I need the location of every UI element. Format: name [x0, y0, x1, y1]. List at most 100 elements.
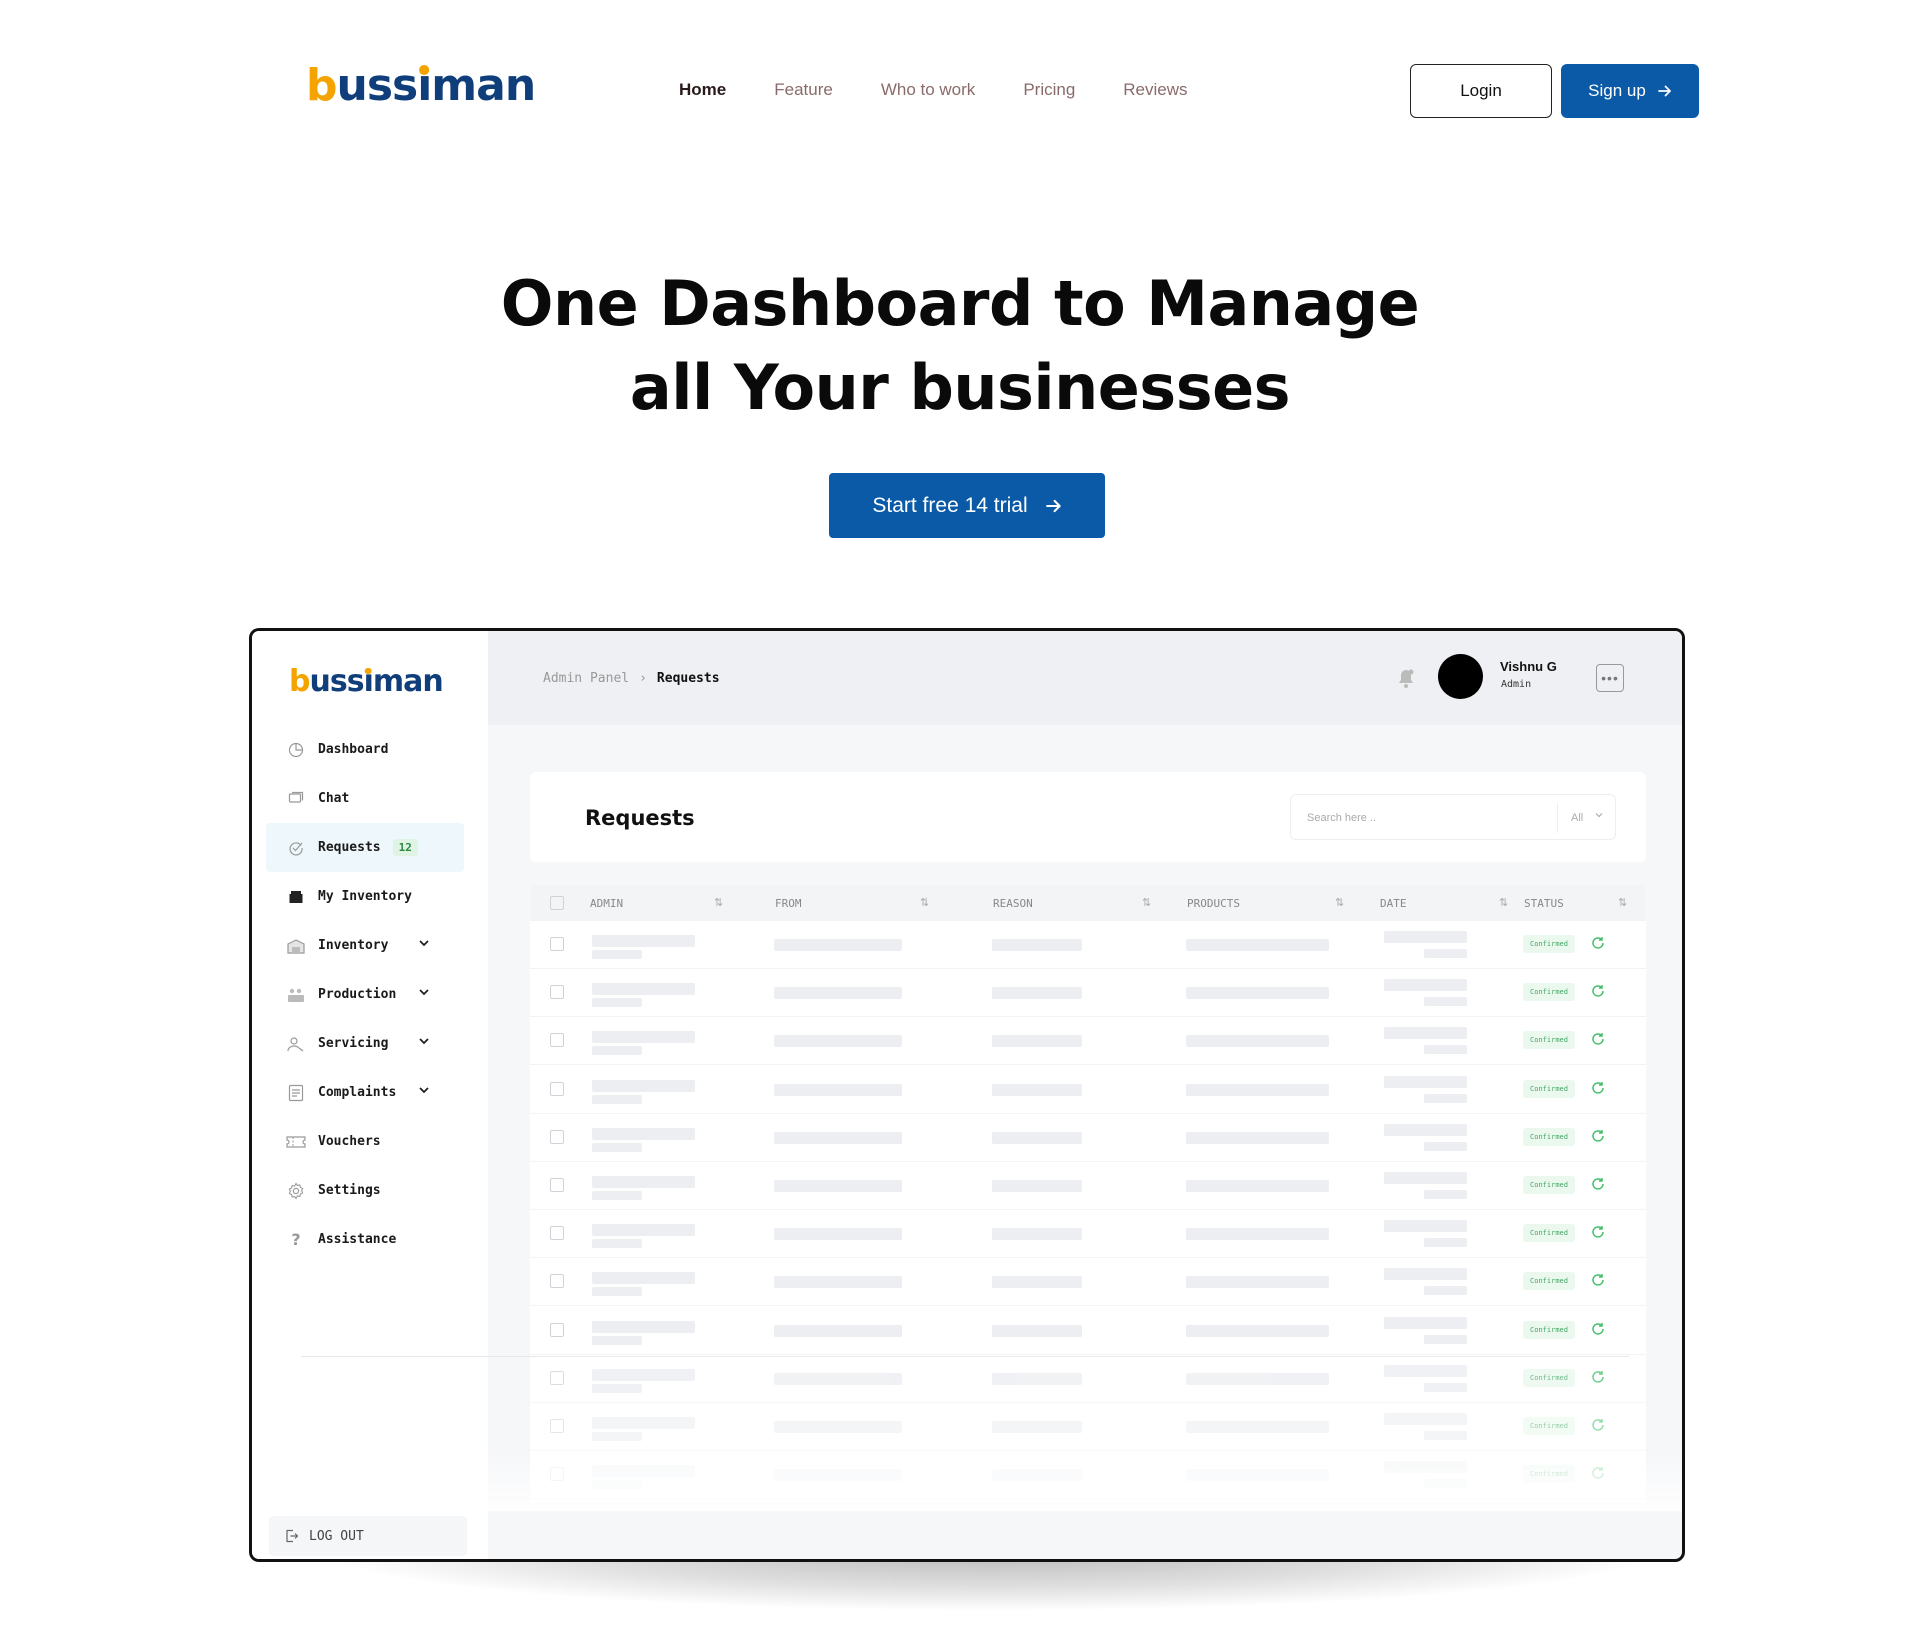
bell-icon[interactable] [1396, 667, 1416, 689]
row-checkbox[interactable] [550, 1467, 564, 1482]
nav-feature[interactable]: Feature [774, 80, 833, 100]
table-row[interactable]: Confirmed [530, 1451, 1646, 1500]
start-trial-button[interactable]: Start free 14 trial [829, 473, 1105, 538]
sidebar-item-vouchers[interactable]: Vouchers [266, 1117, 464, 1166]
divider-line [301, 1356, 1629, 1357]
filter-select[interactable]: All [1571, 812, 1583, 824]
breadcrumb-parent[interactable]: Admin Panel [543, 671, 629, 686]
search-box[interactable]: Search here .. All [1290, 794, 1616, 840]
search-input[interactable]: Search here .. [1307, 812, 1376, 824]
row-checkbox[interactable] [550, 1274, 564, 1289]
signup-button[interactable]: Sign up [1561, 64, 1699, 118]
nav-reviews[interactable]: Reviews [1123, 80, 1187, 100]
sidebar-item-requests[interactable]: Requests 12 [266, 823, 464, 872]
refresh-icon[interactable] [1590, 983, 1606, 999]
table-row[interactable]: Confirmed [530, 1258, 1646, 1307]
more-options-icon[interactable]: ••• [1596, 664, 1624, 692]
hero-title-line-2: all Your businesses [629, 351, 1291, 424]
chevron-down-icon[interactable] [418, 937, 430, 949]
select-all-checkbox[interactable] [550, 896, 564, 910]
sort-icon[interactable]: ⇅ [920, 896, 929, 909]
column-date[interactable]: DATE [1380, 897, 1407, 910]
table-row[interactable]: Confirmed [530, 1017, 1646, 1066]
sidebar-item-complaints[interactable]: Complaints [266, 1068, 464, 1117]
sidebar-item-assistance[interactable]: ? Assistance [266, 1215, 464, 1264]
refresh-icon[interactable] [1590, 935, 1606, 951]
sidebar-logo[interactable]: b uss ı man [289, 667, 444, 697]
row-checkbox[interactable] [550, 937, 564, 951]
refresh-icon[interactable] [1590, 1272, 1606, 1288]
table-row[interactable]: Confirmed [530, 921, 1646, 969]
row-checkbox[interactable] [550, 1226, 564, 1241]
date-cell-placeholder [1384, 1461, 1467, 1474]
logout-button[interactable]: LOG OUT [269, 1516, 467, 1556]
row-checkbox[interactable] [550, 1081, 564, 1096]
login-button[interactable]: Login [1410, 64, 1552, 118]
refresh-icon[interactable] [1590, 1224, 1606, 1240]
nav-home[interactable]: Home [679, 80, 726, 100]
status-badge: Confirmed [1523, 1368, 1575, 1387]
sidebar-item-settings[interactable]: Settings [266, 1166, 464, 1215]
table-row[interactable]: Confirmed [530, 969, 1646, 1018]
row-checkbox[interactable] [550, 1129, 564, 1144]
from-cell-placeholder [774, 1083, 902, 1096]
column-products[interactable]: PRODUCTS [1187, 897, 1240, 910]
refresh-icon[interactable] [1590, 1465, 1606, 1481]
sort-icon[interactable]: ⇅ [1618, 896, 1627, 909]
sidebar-item-production[interactable]: Production [266, 970, 464, 1019]
refresh-icon[interactable] [1590, 1080, 1606, 1096]
refresh-icon[interactable] [1590, 1176, 1606, 1192]
avatar[interactable] [1438, 654, 1483, 699]
sort-icon[interactable]: ⇅ [1142, 896, 1151, 909]
table-row[interactable]: Confirmed [530, 1403, 1646, 1451]
sidebar-item-servicing[interactable]: Servicing [266, 1019, 464, 1068]
table-row[interactable]: Confirmed [530, 1066, 1646, 1114]
table-row[interactable]: Confirmed [530, 1210, 1646, 1259]
column-reason[interactable]: REASON [993, 897, 1033, 910]
row-checkbox[interactable] [550, 1033, 564, 1048]
sidebar-item-chat[interactable]: Chat [266, 774, 464, 823]
breadcrumb-separator: › [639, 671, 647, 686]
table-row[interactable]: Confirmed [530, 1162, 1646, 1210]
sidebar-item-label: Chat [318, 791, 350, 806]
sidebar-item-label: Production [318, 987, 397, 1002]
refresh-icon[interactable] [1590, 1369, 1606, 1385]
refresh-icon[interactable] [1590, 1031, 1606, 1047]
column-status[interactable]: STATUS [1524, 897, 1564, 910]
chevron-down-icon[interactable] [1594, 810, 1604, 820]
breadcrumb-current: Requests [656, 671, 720, 686]
pie-chart-icon [286, 740, 306, 760]
brand-logo[interactable]: b uss ı man [306, 64, 536, 108]
sidebar-item-inventory[interactable]: Inventory [266, 921, 464, 970]
sort-icon[interactable]: ⇅ [1499, 896, 1508, 909]
row-checkbox[interactable] [550, 985, 564, 1000]
admin-cell-placeholder [592, 1079, 695, 1092]
column-from[interactable]: FROM [775, 897, 802, 910]
row-checkbox[interactable] [550, 1419, 564, 1433]
chevron-down-icon[interactable] [418, 1035, 430, 1047]
column-admin[interactable]: ADMIN [590, 897, 623, 910]
table-row[interactable]: Confirmed [530, 1307, 1646, 1355]
refresh-icon[interactable] [1590, 1128, 1606, 1144]
sidebar-item-label: Vouchers [318, 1134, 381, 1149]
nav-who-to-work[interactable]: Who to work [881, 80, 975, 100]
chevron-down-icon[interactable] [418, 1084, 430, 1096]
sort-icon[interactable]: ⇅ [1335, 896, 1344, 909]
refresh-icon[interactable] [1590, 1321, 1606, 1337]
signup-label: Sign up [1588, 81, 1646, 100]
reason-cell-placeholder [992, 1469, 1082, 1482]
table-row[interactable]: Confirmed [530, 1114, 1646, 1162]
table-row[interactable]: Confirmed [530, 1355, 1646, 1403]
sidebar-item-my-inventory[interactable]: My Inventory [266, 872, 464, 921]
from-cell-placeholder [774, 1276, 902, 1289]
nav-pricing[interactable]: Pricing [1023, 80, 1075, 100]
row-checkbox[interactable] [550, 1178, 564, 1192]
row-checkbox[interactable] [550, 1322, 564, 1337]
sort-icon[interactable]: ⇅ [714, 896, 723, 909]
date-cell-placeholder [1384, 1123, 1467, 1136]
row-checkbox[interactable] [550, 1370, 564, 1385]
refresh-icon[interactable] [1590, 1417, 1606, 1433]
chevron-down-icon[interactable] [418, 986, 430, 998]
sidebar-item-dashboard[interactable]: Dashboard [266, 725, 464, 774]
date-cell-placeholder [1384, 1075, 1467, 1088]
